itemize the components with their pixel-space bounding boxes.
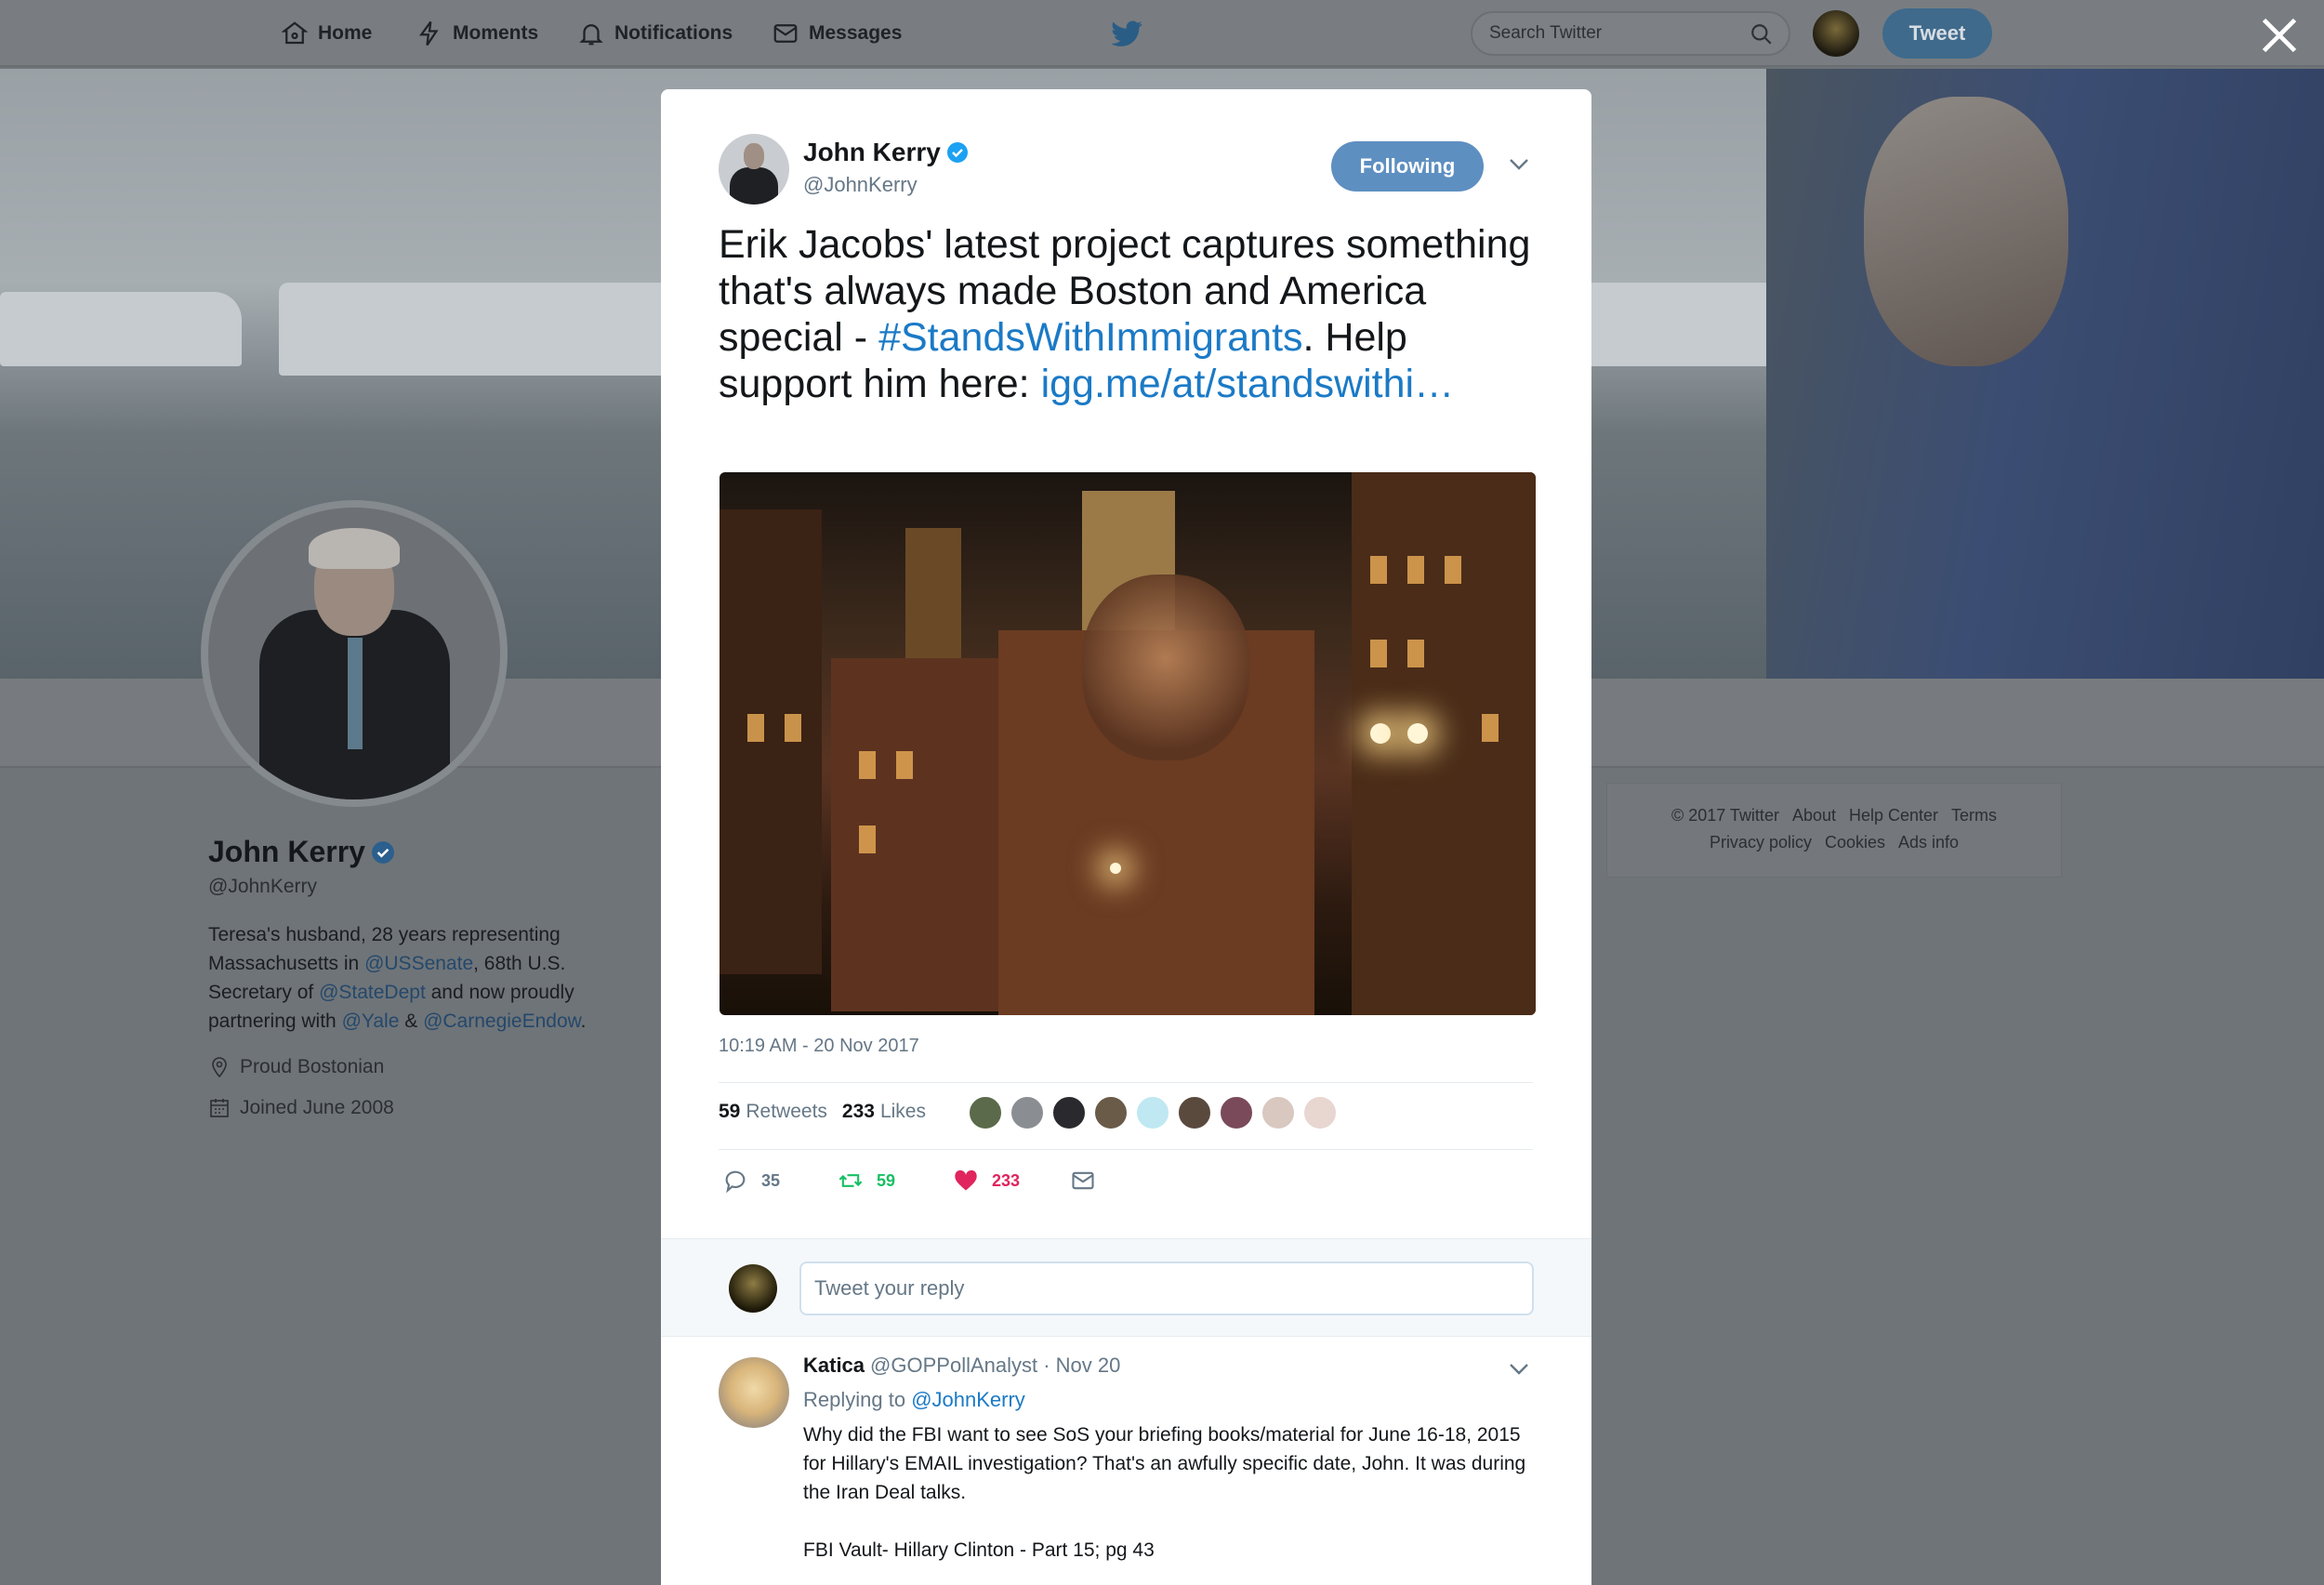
profile-handle[interactable]: @JohnKerry (208, 876, 317, 898)
footer-ads[interactable]: Ads info (1898, 833, 1959, 852)
home-icon (281, 21, 309, 45)
liker-avatar[interactable] (1177, 1095, 1212, 1130)
profile-name: John Kerry (208, 835, 395, 869)
chevron-down-icon[interactable] (1509, 158, 1529, 171)
top-nav: Home Moments Notifications Messages Sear… (0, 0, 2324, 67)
tweet-text: Erik Jacobs' latest project captures som… (719, 222, 1531, 406)
tweet-author-handle[interactable]: @JohnKerry (803, 173, 918, 197)
account-avatar[interactable] (1813, 10, 1859, 57)
close-icon[interactable] (2259, 15, 2300, 56)
reply-count: 35 (761, 1170, 781, 1190)
nav-moments-label: Moments (453, 22, 539, 44)
calendar-icon (210, 1099, 229, 1117)
envelope-icon (773, 24, 798, 43)
bell-icon (579, 24, 603, 46)
nav-moments[interactable]: Moments (416, 19, 538, 48)
reply-text-paragraph: Why did the FBI want to see SoS your bri… (803, 1424, 1526, 1503)
footer-about[interactable]: About (1792, 806, 1836, 825)
reply-compose-avatar (729, 1264, 777, 1313)
bio-link-ussenate[interactable]: @USSenate (364, 953, 473, 974)
footer-privacy[interactable]: Privacy policy (1710, 833, 1812, 852)
nav-home-label: Home (318, 22, 373, 44)
tweet-stats: 59 Retweets 233 Likes (719, 1101, 926, 1123)
reply-action[interactable]: 35 (722, 1168, 780, 1194)
replying-to: Replying to @JohnKerry (803, 1388, 1025, 1411)
twitter-bird-icon[interactable] (1108, 15, 1145, 52)
search-icon[interactable] (1750, 22, 1774, 46)
divider (719, 1149, 1533, 1150)
reply-text-paragraph: FBI Vault- Hillary Clinton - Part 15; pg… (803, 1539, 1155, 1561)
reply-icon (725, 1170, 746, 1194)
liker-avatar[interactable] (1261, 1095, 1296, 1130)
tweet-author-avatar[interactable] (719, 134, 789, 205)
lightning-icon (419, 20, 439, 46)
retweet-count: 59 (877, 1170, 896, 1190)
tweet-photo[interactable] (720, 472, 1536, 1015)
search-input[interactable]: Search Twitter (1471, 11, 1790, 56)
iceberg (0, 292, 242, 366)
compose-tweet-button[interactable]: Tweet (1882, 8, 1992, 59)
tweet-author-name[interactable]: John Kerry (803, 138, 969, 167)
bio-link-carnegie[interactable]: @CarnegieEndow (423, 1010, 581, 1032)
chevron-down-icon[interactable] (1509, 1363, 1529, 1376)
verified-badge-icon (372, 840, 394, 864)
liker-avatar[interactable] (968, 1095, 1003, 1130)
liker-avatar[interactable] (1051, 1095, 1087, 1130)
banner-person-head (1864, 97, 2068, 366)
profile-avatar[interactable] (201, 500, 508, 807)
search-placeholder: Search Twitter (1489, 23, 1603, 43)
hashtag-link[interactable]: #StandsWithImmigrants (878, 315, 1302, 360)
reply-header: Katica @GOPPollAnalyst · Nov 20 (803, 1354, 1120, 1378)
liker-avatar[interactable] (1010, 1095, 1045, 1130)
nav-messages-label: Messages (809, 22, 903, 44)
heart-icon (955, 1169, 977, 1191)
retweet-icon (838, 1174, 863, 1187)
footer-cookies[interactable]: Cookies (1825, 833, 1885, 852)
footer-links: © 2017 Twitter About Help Center Terms Priv… (1606, 783, 2062, 878)
direct-message-action[interactable] (1070, 1168, 1109, 1194)
likes-label[interactable]: Likes (880, 1101, 926, 1123)
liker-avatar[interactable] (1219, 1095, 1254, 1130)
footer-terms[interactable]: Terms (1951, 806, 1997, 825)
tweet-modal: John Kerry @JohnKerry Following Erik Jac… (661, 89, 1591, 1585)
nav-messages[interactable]: Messages (772, 19, 902, 48)
reply-author-name[interactable]: Katica (803, 1354, 865, 1377)
retweets-count[interactable]: 59 (719, 1101, 740, 1123)
reply-author-avatar[interactable] (719, 1357, 789, 1428)
liker-avatar[interactable] (1302, 1095, 1338, 1130)
projected-face (1082, 575, 1249, 760)
like-action[interactable]: 233 (953, 1168, 1020, 1194)
retweets-label[interactable]: Retweets (746, 1101, 827, 1123)
profile-location: Proud Bostonian (208, 1056, 384, 1078)
footer-help[interactable]: Help Center (1849, 806, 1938, 825)
reply-placeholder: Tweet your reply (814, 1276, 965, 1300)
following-button[interactable]: Following (1331, 141, 1484, 192)
divider (719, 1082, 1533, 1083)
profile-bio: Teresa's husband, 28 years representing … (208, 924, 587, 1032)
liker-avatar[interactable] (1093, 1095, 1129, 1130)
location-pin-icon (212, 1057, 227, 1078)
reply-input[interactable]: Tweet your reply (799, 1261, 1534, 1315)
nav-home[interactable]: Home (281, 19, 372, 48)
likers-avatars (968, 1095, 1344, 1130)
replying-to-link[interactable]: @JohnKerry (911, 1388, 1025, 1411)
like-count: 233 (992, 1170, 1021, 1190)
footer-copyright: © 2017 Twitter (1670, 806, 1779, 825)
liker-avatar[interactable] (1135, 1095, 1170, 1130)
bio-link-statedept[interactable]: @StateDept (319, 982, 426, 1003)
nav-notifications[interactable]: Notifications (577, 19, 733, 48)
reply-text: Why did the FBI want to see SoS your bri… (803, 1420, 1528, 1585)
nav-notifications-label: Notifications (614, 22, 733, 44)
likes-count[interactable]: 233 (842, 1101, 875, 1123)
reply-date[interactable]: · Nov 20 (1043, 1354, 1120, 1377)
tweet-timestamp[interactable]: 10:19 AM - 20 Nov 2017 (719, 1036, 919, 1057)
verified-badge-icon (946, 142, 968, 163)
tweet-url-link[interactable]: igg.me/at/standswithi… (1041, 362, 1455, 406)
profile-joined: Joined June 2008 (208, 1097, 394, 1119)
reply-author-handle[interactable]: @GOPPollAnalyst (870, 1354, 1037, 1377)
envelope-icon (1072, 1171, 1094, 1190)
bio-link-yale[interactable]: @Yale (342, 1010, 400, 1032)
retweet-action[interactable]: 59 (838, 1168, 895, 1194)
